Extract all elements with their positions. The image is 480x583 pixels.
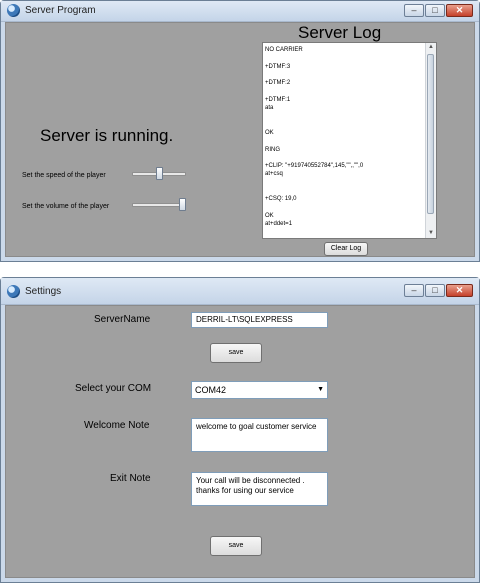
welcome-note-textarea[interactable]: welcome to goal customer service — [191, 418, 328, 452]
save-server-name-button[interactable]: save — [210, 343, 262, 363]
close-button[interactable]: ✕ — [446, 284, 473, 297]
server-log-text: NO CARRIER +DTMF:3 +DTMF:2 +DTMF:1 ata O… — [265, 47, 364, 228]
volume-label: Set the volume of the player — [22, 203, 110, 210]
exit-note-textarea[interactable]: Your call will be disconnected . thanks … — [191, 472, 328, 506]
volume-slider[interactable] — [132, 198, 186, 211]
server-log-textbox[interactable]: NO CARRIER +DTMF:3 +DTMF:2 +DTMF:1 ata O… — [262, 42, 437, 239]
log-title: Server Log — [298, 23, 382, 42]
server-client-area: Server is running. Set the speed of the … — [5, 22, 475, 257]
scroll-thumb[interactable] — [427, 54, 434, 214]
chevron-down-icon[interactable]: ▼ — [317, 382, 324, 398]
save-button[interactable]: save — [210, 536, 262, 556]
clear-log-button[interactable]: Clear Log — [324, 242, 368, 256]
minimize-button[interactable]: – — [404, 284, 424, 297]
app-icon — [7, 4, 20, 17]
server-name-label: ServerName — [94, 314, 151, 325]
minimize-button[interactable]: – — [404, 4, 424, 17]
com-select-value: COM42 — [195, 385, 227, 395]
close-button[interactable]: ✕ — [446, 4, 473, 17]
maximize-button[interactable]: □ — [425, 4, 445, 17]
volume-slider-thumb[interactable] — [179, 198, 186, 211]
window-title: Settings — [25, 286, 62, 297]
server-status-text: Server is running. — [40, 126, 174, 145]
server-program-window: Server Program – □ ✕ Server is running. … — [0, 0, 480, 262]
speed-slider[interactable] — [132, 167, 186, 180]
com-select[interactable]: COM42 ▼ — [191, 381, 328, 399]
exit-note-label: Exit Note — [110, 473, 151, 484]
title-bar[interactable]: Server Program – □ ✕ — [1, 1, 479, 22]
app-icon — [7, 285, 20, 298]
title-bar[interactable]: Settings – □ ✕ — [1, 278, 479, 305]
volume-slider-track — [132, 203, 186, 207]
scroll-down-icon[interactable]: ▼ — [426, 229, 436, 238]
server-name-input[interactable]: DERRIL-LT\SQLEXPRESS — [191, 312, 328, 328]
settings-client-area: ServerName DERRIL-LT\SQLEXPRESS save Sel… — [5, 305, 475, 578]
maximize-button[interactable]: □ — [425, 284, 445, 297]
speed-label: Set the speed of the player — [22, 172, 106, 179]
scroll-up-icon[interactable]: ▲ — [426, 43, 436, 52]
com-label: Select your COM — [75, 383, 152, 394]
welcome-note-label: Welcome Note — [84, 420, 150, 431]
settings-window: Settings – □ ✕ ServerName DERRIL-LT\SQLE… — [0, 277, 480, 583]
window-title: Server Program — [25, 5, 96, 16]
speed-slider-thumb[interactable] — [156, 167, 163, 180]
log-scrollbar[interactable]: ▲ ▼ — [425, 43, 436, 238]
